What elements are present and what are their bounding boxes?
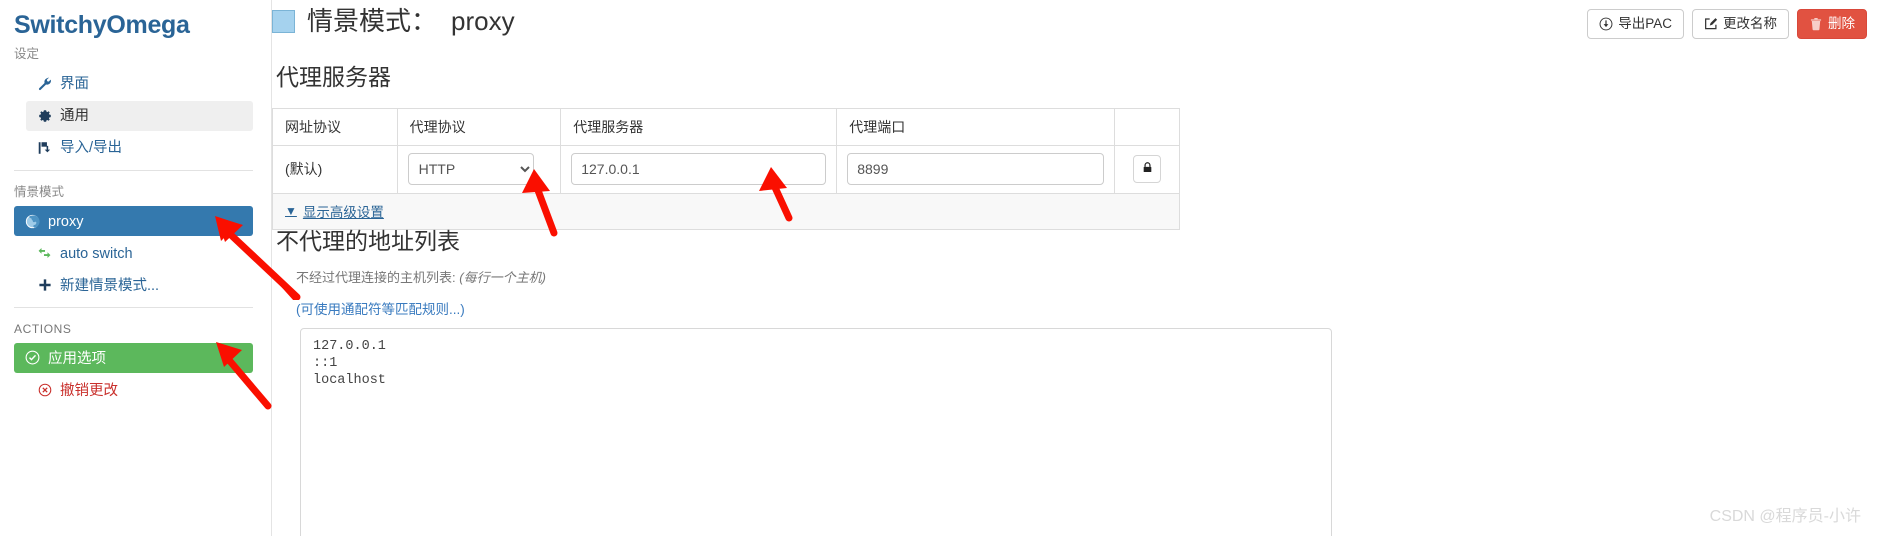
sidebar-item-general-label: 通用 [60,108,89,125]
column-header-lock [1114,107,1180,146]
sidebar-item-general[interactable]: 通用 [26,100,253,131]
header-actions: 导出PAC 更改名称 删除 [1587,9,1867,39]
rename-profile-label: 更改名称 [1723,16,1777,32]
app-root: SwitchyOmega 设定 界面 通用 导入/导出 情景模式 proxy a… [0,0,1879,536]
bypass-help-text: 不经过代理连接的主机列表: (每行一个主机) [296,267,1572,286]
cell-port [836,144,1116,194]
cell-lock [1114,144,1180,194]
times-circle-icon [36,383,53,397]
cell-protocol: HTTP [396,144,562,194]
sidebar-item-proxy-label: proxy [48,213,84,230]
sidebar-item-auto-switch-label: auto switch [60,245,133,262]
bypass-list-section: 不代理的地址列表 不经过代理连接的主机列表: (每行一个主机) (可使用通配符等… [272,228,1572,536]
sidebar-item-auto-switch[interactable]: auto switch [26,238,253,268]
sidebar: SwitchyOmega 设定 界面 通用 导入/导出 情景模式 proxy a… [0,0,272,536]
page-title-prefix: 情景模式： [307,6,438,36]
bypass-list-textarea[interactable]: 127.0.0.1 ::1 localhost [300,327,1332,536]
watermark: CSDN @程序员-小许 [1709,508,1861,525]
advanced-settings-row: ▼ 显示高级设置 [272,192,1180,230]
delete-profile-label: 删除 [1828,16,1855,32]
lock-button[interactable] [1133,155,1162,184]
column-header-protocol: 代理协议 [396,107,562,146]
export-pac-button[interactable]: 导出PAC [1587,9,1684,39]
cell-server [560,144,838,194]
cell-scheme: (默认) [272,144,398,194]
page-title-profile-name: proxy [451,6,515,36]
sidebar-divider-2 [14,307,253,308]
lock-icon [1141,161,1154,177]
apply-options-button[interactable]: 应用选项 [14,342,253,373]
sidebar-settings-list: 界面 通用 导入/导出 [0,69,271,163]
sidebar-item-import-export-label: 导入/导出 [60,140,123,157]
column-header-port: 代理端口 [836,107,1116,146]
show-advanced-settings-label: 显示高级设置 [302,205,384,221]
caret-down-icon: ▼ [285,204,297,219]
sidebar-item-import-export[interactable]: 导入/导出 [26,133,253,163]
sidebar-item-interface[interactable]: 界面 [26,69,253,99]
sidebar-section-actions-header: ACTIONS [14,322,72,336]
bypass-help-italic: (每行一个主机) [459,269,546,285]
sidebar-actions-list: 应用选项 撤销更改 [0,342,271,405]
rename-profile-button[interactable]: 更改名称 [1692,9,1789,39]
edit-square-icon [1704,17,1718,31]
sidebar-section-settings-header: 设定 [14,47,40,61]
protocol-select[interactable]: HTTP [407,153,534,186]
gear-icon [36,109,53,123]
sidebar-item-interface-label: 界面 [60,76,89,93]
proxy-table-head: 网址协议 代理协议 代理服务器 代理端口 [272,107,1180,146]
proxy-servers-section: 代理服务器 网址协议 代理协议 代理服务器 代理端口 (默认) HTTP 127… [272,64,1180,230]
delete-profile-button[interactable]: 删除 [1797,9,1867,39]
proxy-table-header-row: 网址协议 代理协议 代理服务器 代理端口 [272,107,1180,146]
plus-icon [36,278,53,292]
export-pac-label: 导出PAC [1618,16,1672,32]
profile-color-swatch [272,9,295,33]
sidebar-section-profiles-header: 情景模式 [14,184,65,199]
wildcard-help-link[interactable]: (可使用通配符等匹配规则...) [296,298,1572,318]
sidebar-profiles-list: proxy auto switch 新建情景模式... [0,206,271,300]
server-input[interactable] [571,153,827,186]
download-circle-icon [1599,17,1613,31]
show-advanced-settings-link[interactable]: ▼ 显示高级设置 [285,201,384,221]
wrench-icon [36,77,53,91]
switch-arrows-icon [36,246,53,260]
port-input[interactable] [847,153,1105,186]
sidebar-item-proxy[interactable]: proxy [14,206,253,236]
proxy-servers-table: 网址协议 代理协议 代理服务器 代理端口 (默认) HTTP 127.0.0.1… [272,107,1180,230]
sidebar-item-new-profile-label: 新建情景模式... [60,277,160,294]
column-header-server: 代理服务器 [560,107,838,146]
apply-options-label: 应用选项 [48,350,106,367]
check-circle-icon [24,350,41,365]
advanced-settings-cell: ▼ 显示高级设置 [272,192,1180,230]
bypass-help-main: 不经过代理连接的主机列表: [296,269,456,285]
discard-changes-button[interactable]: 撤销更改 [26,375,253,405]
app-brand: SwitchyOmega [14,11,190,39]
import-export-icon [36,141,53,155]
proxy-table-body: (默认) HTTP 127.0.0.1 8899 ▼ 显示高级设置 [272,144,1180,230]
trash-icon [1809,17,1823,31]
proxy-servers-title: 代理服务器 [276,64,391,90]
bypass-list-title: 不代理的地址列表 [276,228,460,254]
page-header: 情景模式： proxy 导出PAC 更改名称 删除 [272,0,1879,52]
sidebar-divider-1 [14,169,253,171]
discard-changes-label: 撤销更改 [60,382,118,399]
table-row: (默认) HTTP [272,144,1180,194]
sidebar-item-new-profile[interactable]: 新建情景模式... [26,270,253,300]
main-content: 情景模式： proxy 导出PAC 更改名称 删除 代理服务器 网址协议 代理协… [272,0,1879,536]
globe-icon [24,214,41,229]
column-header-scheme: 网址协议 [272,107,398,146]
